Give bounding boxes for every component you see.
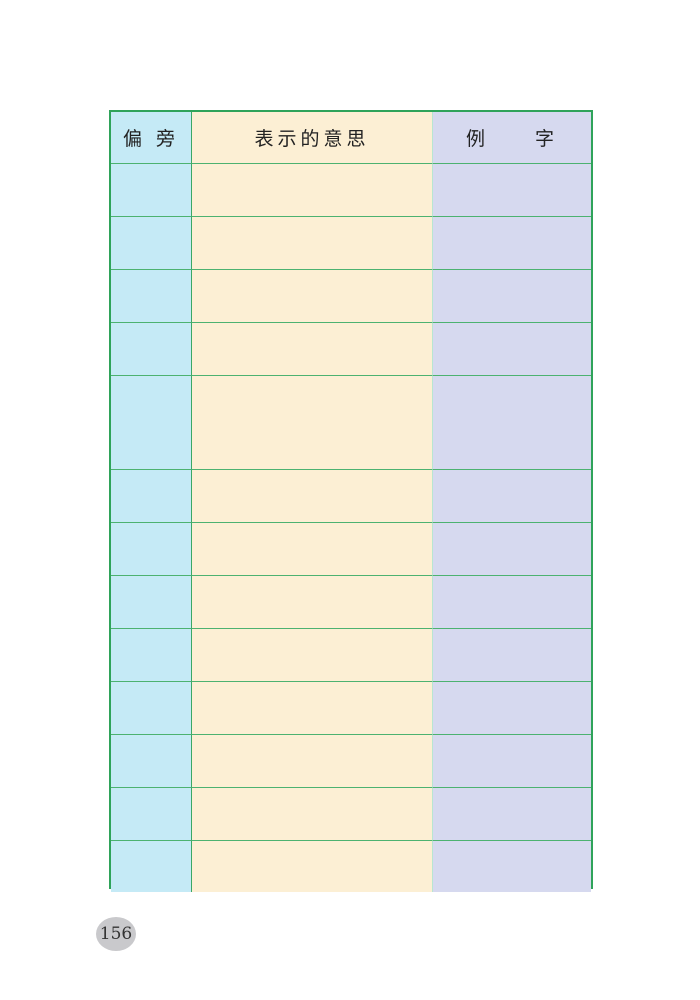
meaning-cell	[192, 523, 432, 576]
radical-cell	[111, 576, 192, 629]
meaning-cell	[192, 788, 432, 841]
meaning-cell	[192, 217, 432, 270]
radical-cell	[111, 470, 192, 523]
radical-cell	[111, 376, 192, 470]
meaning-cell	[192, 629, 432, 682]
radical-cell	[111, 629, 192, 682]
meaning-cell	[192, 164, 432, 217]
example-cell	[432, 470, 591, 523]
meaning-cell	[192, 323, 432, 376]
example-cell	[432, 323, 591, 376]
example-cell	[432, 217, 591, 270]
page-number: 156	[96, 917, 136, 951]
meaning-cell	[192, 376, 432, 470]
header-radical: 偏 旁	[111, 112, 192, 164]
example-cell	[432, 576, 591, 629]
radical-cell	[111, 841, 192, 892]
header-example: 例 字	[432, 112, 591, 164]
meaning-cell	[192, 270, 432, 323]
example-cell	[432, 376, 591, 470]
example-cell	[432, 629, 591, 682]
radical-cell	[111, 323, 192, 376]
radical-cell	[111, 735, 192, 788]
radical-cell	[111, 523, 192, 576]
example-cell	[432, 841, 591, 892]
example-cell	[432, 164, 591, 217]
meaning-cell	[192, 841, 432, 892]
radical-cell	[111, 682, 192, 735]
meaning-cell	[192, 470, 432, 523]
example-cell	[432, 682, 591, 735]
radical-table: 偏 旁 表示的意思 例 字	[109, 110, 593, 892]
radical-cell	[111, 164, 192, 217]
radical-cell	[111, 217, 192, 270]
example-cell	[432, 735, 591, 788]
meaning-cell	[192, 576, 432, 629]
example-cell	[432, 788, 591, 841]
meaning-cell	[192, 682, 432, 735]
meaning-cell	[192, 735, 432, 788]
example-cell	[432, 523, 591, 576]
radical-cell	[111, 270, 192, 323]
radical-cell	[111, 788, 192, 841]
header-meaning: 表示的意思	[192, 112, 432, 164]
example-cell	[432, 270, 591, 323]
